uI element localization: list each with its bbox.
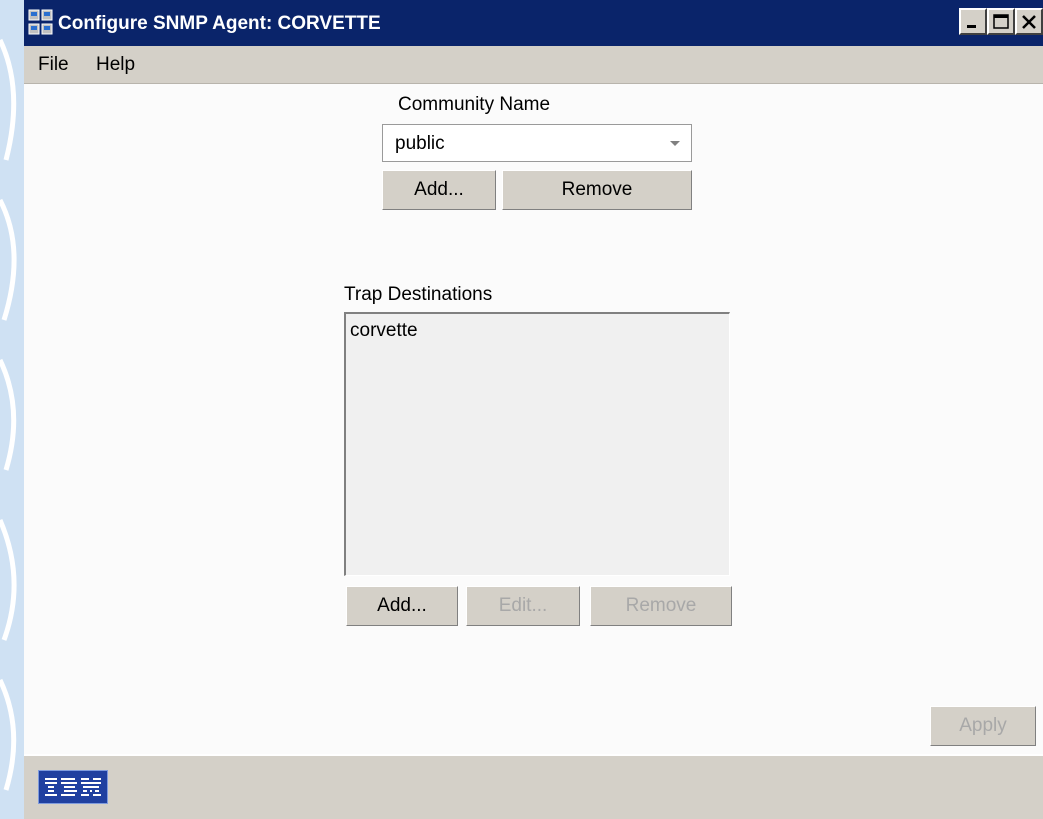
apply-button[interactable]: Apply <box>930 706 1036 746</box>
maximize-icon <box>993 14 1009 29</box>
menu-file[interactable]: File <box>38 54 69 76</box>
community-name-label: Community Name <box>398 94 551 115</box>
content-panel: Community Name public Add... Remove Trap… <box>24 84 1043 754</box>
add-community-button[interactable]: Add... <box>382 170 496 210</box>
menu-help[interactable]: Help <box>96 54 135 76</box>
ibm-logo-mark <box>45 778 101 796</box>
minimize-icon <box>967 25 976 28</box>
trap-destinations-list[interactable]: corvette <box>344 312 730 576</box>
chevron-down-icon[interactable] <box>669 140 681 148</box>
ibm-logo <box>38 770 108 804</box>
add-trap-button[interactable]: Add... <box>346 586 458 626</box>
maximize-button[interactable] <box>987 8 1015 35</box>
close-icon <box>1022 15 1036 29</box>
close-button[interactable] <box>1015 8 1043 35</box>
minimize-button[interactable] <box>959 8 987 35</box>
title-bar[interactable]: Configure SNMP Agent: CORVETTE <box>24 0 1043 46</box>
window-title: Configure SNMP Agent: CORVETTE <box>58 13 381 34</box>
snmp-agent-window: Configure SNMP Agent: CORVETTE File Help… <box>24 0 1043 819</box>
network-agent-icon[interactable] <box>28 9 54 37</box>
edit-trap-button[interactable]: Edit... <box>466 586 580 626</box>
menu-bar: File Help <box>24 46 1043 84</box>
remove-trap-button[interactable]: Remove <box>590 586 732 626</box>
community-name-value: public <box>395 133 445 154</box>
status-bar <box>24 754 1043 819</box>
community-name-dropdown[interactable]: public <box>382 124 692 162</box>
list-item[interactable]: corvette <box>350 320 418 342</box>
remove-community-button[interactable]: Remove <box>502 170 692 210</box>
trap-destinations-label: Trap Destinations <box>344 284 493 305</box>
desktop-background <box>0 0 24 819</box>
